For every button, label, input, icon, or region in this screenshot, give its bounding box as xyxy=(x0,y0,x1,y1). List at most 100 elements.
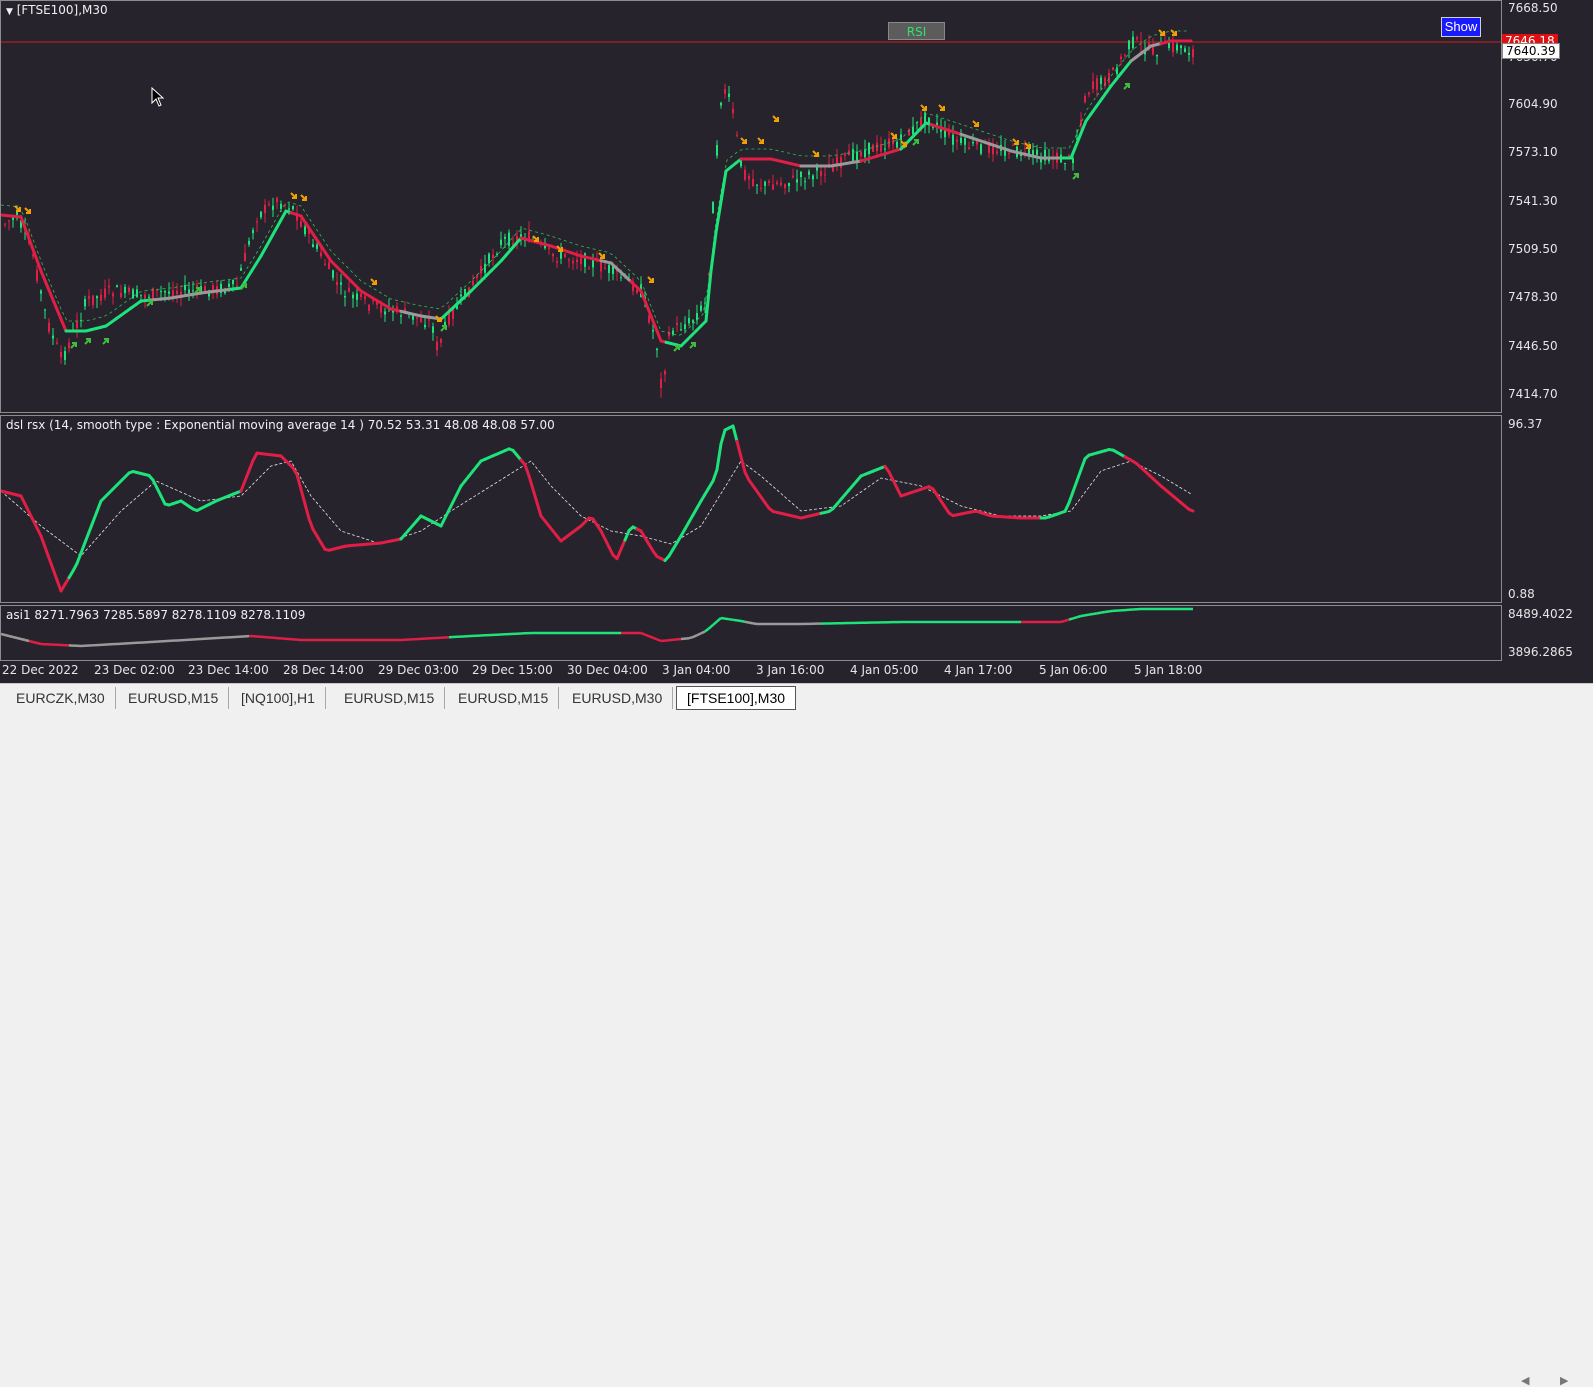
candle-body xyxy=(780,183,782,186)
asi-line-segment xyxy=(37,643,41,644)
asi-line-segment xyxy=(729,619,733,620)
rsx-line-segment xyxy=(1069,492,1073,503)
time-label: 23 Dec 14:00 xyxy=(188,663,269,677)
show-button[interactable]: Show xyxy=(1441,17,1481,37)
candle-body xyxy=(548,248,550,249)
candle-body xyxy=(840,157,842,168)
candle-body xyxy=(344,296,346,297)
candle-body xyxy=(996,151,998,153)
tab-nq100-h1[interactable]: [NQ100],H1 xyxy=(231,687,326,709)
candle-body xyxy=(684,324,686,329)
trend-line-segment xyxy=(56,307,61,319)
candle-body xyxy=(76,321,78,328)
candle-body xyxy=(252,230,254,233)
candle-body xyxy=(728,94,730,97)
time-label: 22 Dec 2022 xyxy=(2,663,79,677)
candle-body xyxy=(128,288,130,292)
candle-body xyxy=(664,371,666,375)
trend-line-segment xyxy=(656,329,661,342)
asi-line-segment xyxy=(1093,613,1097,614)
collapse-triangle-icon[interactable]: ▼ xyxy=(6,7,13,17)
asi-line-segment xyxy=(1101,612,1105,613)
candle-body xyxy=(1136,37,1138,39)
candle-body xyxy=(236,285,238,286)
rsx-line-segment xyxy=(621,540,625,549)
candle-body xyxy=(1068,155,1070,156)
tab-eurusd-m15[interactable]: EURUSD,M15 xyxy=(334,687,445,709)
asi-line-segment xyxy=(1069,618,1073,619)
candle-body xyxy=(772,184,774,189)
candle-body xyxy=(600,261,602,271)
asi-line-segment xyxy=(33,642,37,643)
tab-eurusd-m15[interactable]: EURUSD,M15 xyxy=(118,687,229,709)
price-pane[interactable]: ▼ [FTSE100],M30 RSI Show xyxy=(0,0,1502,413)
price-label: 7446.50 xyxy=(1508,339,1558,353)
candle-body xyxy=(204,286,206,291)
candle-body xyxy=(48,323,50,332)
sell-signal-arrow-icon xyxy=(773,116,778,121)
candle-body xyxy=(756,185,758,186)
candle-body xyxy=(188,289,190,293)
scroll-left-icon[interactable]: ◀ xyxy=(1521,1374,1529,1387)
candle-body xyxy=(112,293,114,296)
candle-body xyxy=(868,143,870,154)
candle-body xyxy=(576,260,578,262)
candle-body xyxy=(636,290,638,293)
candle-body xyxy=(972,142,974,143)
asi-line-segment xyxy=(5,635,9,636)
rsx-indicator-pane[interactable]: dsl rsx (14, smooth type : Exponential m… xyxy=(0,415,1502,603)
asi-line-segment xyxy=(29,641,33,642)
candle-body xyxy=(4,224,6,225)
asi-indicator-pane[interactable]: asi1 8271.7963 7285.5897 8278.1109 8278.… xyxy=(0,605,1502,661)
rsx-line-segment xyxy=(241,481,245,491)
rsx-line-segment xyxy=(525,465,529,476)
candle-body xyxy=(400,315,402,316)
rsi-button[interactable]: RSI xyxy=(888,22,945,40)
asi-line-segment xyxy=(17,638,21,639)
candle-body xyxy=(656,349,658,350)
candle-body xyxy=(168,291,170,293)
candle-body xyxy=(500,240,502,245)
candle-body xyxy=(1100,77,1102,83)
rsx-line-segment xyxy=(49,558,53,569)
candle-body xyxy=(8,221,10,222)
candle-body xyxy=(1064,163,1066,164)
tab-ftse100-m30[interactable]: [FTSE100],M30 xyxy=(676,686,796,710)
asi-line-segment xyxy=(641,633,645,635)
candle-body xyxy=(432,326,434,332)
candle-body xyxy=(316,245,318,249)
scroll-right-icon[interactable]: ▶ xyxy=(1560,1374,1568,1387)
candle-body xyxy=(324,264,326,265)
rsx-line-segment xyxy=(617,549,621,558)
candle-body xyxy=(804,181,806,182)
rsx-line-segment xyxy=(737,441,741,456)
price-chart-canvas xyxy=(1,1,1502,413)
signal-band-line xyxy=(1,31,1189,336)
asi-scale-min: 3896.2865 xyxy=(1508,645,1573,659)
chart-window[interactable]: ▼ [FTSE100],M30 RSI Show 7668.50 7636.70… xyxy=(0,0,1593,683)
candle-body xyxy=(280,204,282,209)
candle-body xyxy=(12,217,14,220)
sell-signal-arrow-icon xyxy=(371,279,376,284)
candle-body xyxy=(132,289,134,298)
rsx-line-segment xyxy=(1073,481,1077,492)
candle-body xyxy=(100,295,102,301)
tab-eurczk-m30[interactable]: EURCZK,M30 xyxy=(6,687,116,709)
asi-line-segment xyxy=(657,639,661,641)
candle-body xyxy=(880,144,882,151)
price-axis[interactable]: 7668.50 7636.70 7604.90 7573.10 7541.30 … xyxy=(1502,0,1593,413)
tab-eurusd-m15[interactable]: EURUSD,M15 xyxy=(448,687,559,709)
candle-body xyxy=(824,174,826,175)
rsx-scale[interactable]: 96.37 0.88 xyxy=(1502,415,1593,603)
asi-line-segment xyxy=(709,625,713,628)
asi-scale[interactable]: 8489.4022 3896.2865 xyxy=(1502,605,1593,661)
candle-body xyxy=(416,317,418,318)
candle-body xyxy=(660,379,662,388)
asi-line-segment xyxy=(733,620,737,621)
candle-body xyxy=(760,188,762,189)
tab-eurusd-m30[interactable]: EURUSD,M30 xyxy=(562,687,673,709)
asi-line-segment xyxy=(1085,615,1089,616)
time-label: 23 Dec 02:00 xyxy=(94,663,175,677)
time-label: 3 Jan 16:00 xyxy=(756,663,824,677)
candle-body xyxy=(292,206,294,209)
